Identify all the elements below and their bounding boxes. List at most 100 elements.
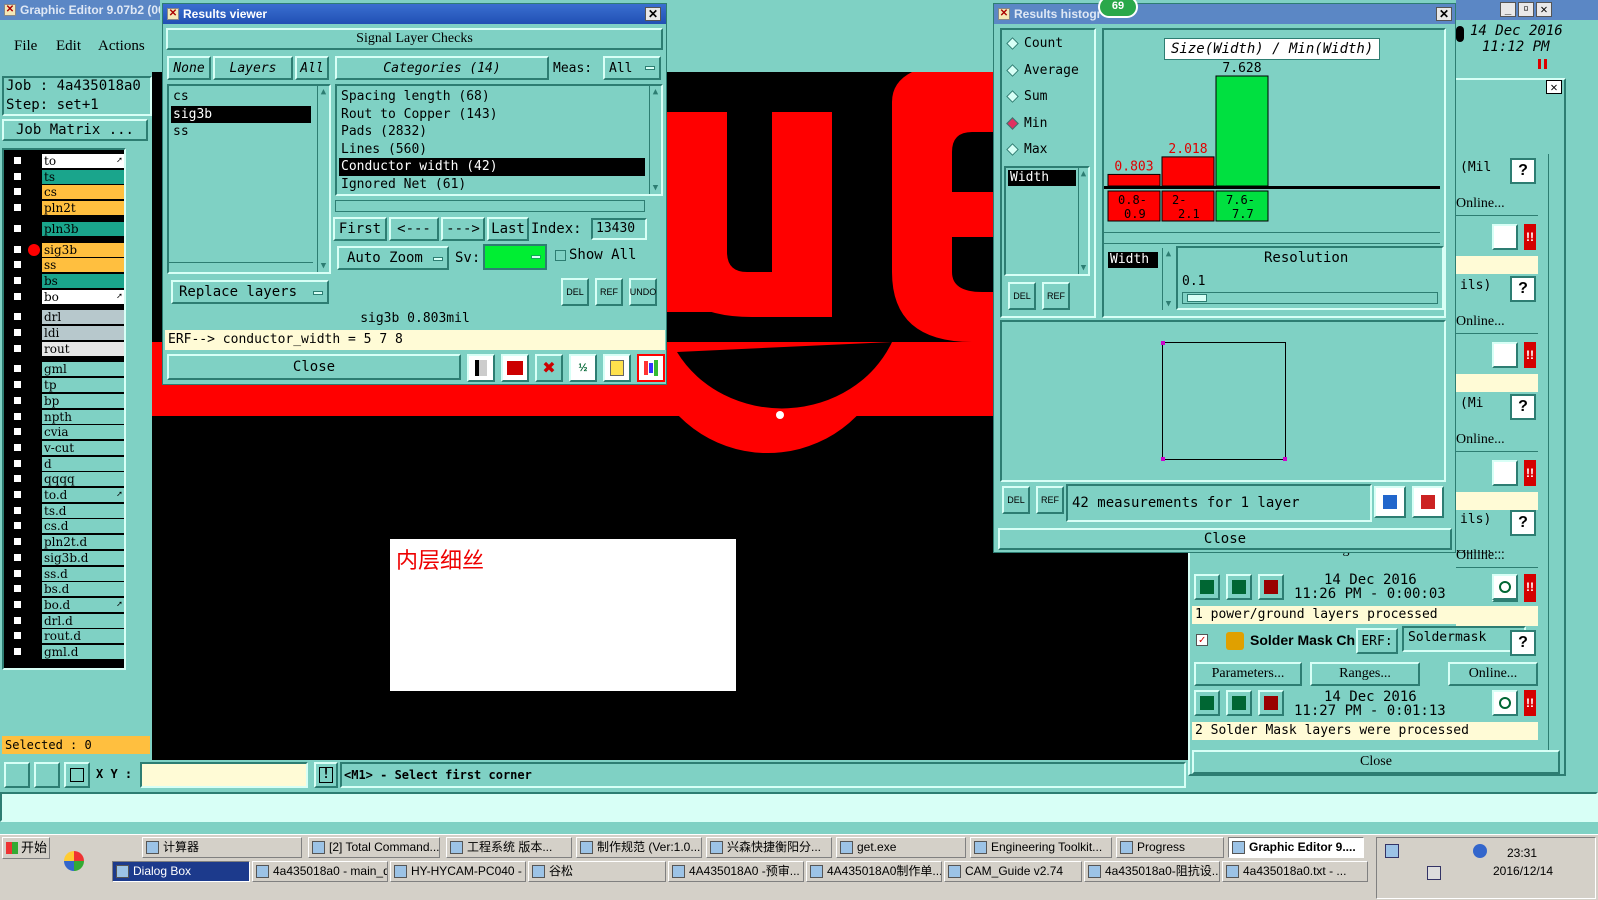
layer-list-item[interactable]: ss <box>171 123 311 141</box>
layer-checkbox[interactable] <box>12 630 23 642</box>
clear-icon[interactable]: ✖ <box>535 354 563 382</box>
stat-option-average[interactable]: Average <box>1006 63 1092 81</box>
taskbar-button[interactable]: CAM_Guide v2.74 <box>944 861 1082 882</box>
layer-checkbox[interactable] <box>12 473 23 485</box>
layer-checkbox[interactable] <box>12 646 23 657</box>
layer-row[interactable]: v-cut <box>10 440 124 455</box>
taskbar-button[interactable]: Progress <box>1116 837 1224 858</box>
hist-ref-button[interactable]: REF <box>1042 282 1070 310</box>
layer-checkbox[interactable] <box>12 489 23 500</box>
auto-zoom-dropdown[interactable]: Auto Zoom <box>337 246 449 270</box>
histogram-bar[interactable] <box>1107 173 1161 187</box>
menu-edit[interactable]: Edit <box>56 38 81 55</box>
next-button[interactable]: ---> <box>441 217 485 241</box>
layer-checkbox[interactable] <box>12 170 23 182</box>
category-list-item[interactable]: Pads (2832) <box>339 123 645 141</box>
layer-checkbox[interactable] <box>12 426 23 438</box>
layer-row[interactable]: to.d ➚ <box>10 488 124 502</box>
layer-checkbox[interactable] <box>12 327 23 338</box>
layer-checkbox[interactable] <box>12 379 23 391</box>
layer-row[interactable]: qqqq <box>10 472 124 487</box>
run-icon[interactable] <box>1194 574 1220 600</box>
layer-checkbox[interactable] <box>12 583 23 595</box>
check-help-button[interactable]: ? <box>1510 394 1536 420</box>
layer-checkbox[interactable] <box>12 441 23 453</box>
taskbar-button[interactable]: [2] Total Command... <box>308 837 440 858</box>
sv-color-dropdown[interactable] <box>483 244 547 270</box>
category-list-item[interactable]: Rout to Copper (143) <box>339 106 645 124</box>
select-tool-icon[interactable] <box>4 762 30 788</box>
histogram-icon[interactable] <box>637 354 665 382</box>
layer-row[interactable]: rout.d <box>10 629 124 644</box>
layer-checkbox[interactable] <box>12 551 23 563</box>
taskbar-button[interactable]: get.exe <box>836 837 966 858</box>
layer-row[interactable]: d <box>10 456 124 471</box>
results-close-button[interactable]: Close <box>167 354 461 380</box>
filter-none-button[interactable]: None <box>167 56 211 80</box>
hist-del2-button[interactable]: DEL <box>1002 486 1030 514</box>
hist-print-icon[interactable] <box>1412 486 1444 518</box>
layer-checkbox[interactable] <box>12 186 23 198</box>
layer-row[interactable]: bs.d <box>10 582 124 597</box>
check-help-button[interactable]: ? <box>1510 510 1536 536</box>
stat-option-count[interactable]: Count <box>1006 36 1092 54</box>
layer-row[interactable]: ss.d <box>10 566 124 581</box>
width-scrollbar[interactable]: ▲ ▼ <box>1162 248 1174 310</box>
layer-checkbox[interactable] <box>12 243 23 255</box>
solder-online-button[interactable]: Online... <box>1448 662 1538 686</box>
layer-list-item[interactable]: cs <box>171 88 311 106</box>
category-list-item[interactable]: Conductor width (42) <box>339 158 645 176</box>
layer-checkbox[interactable] <box>12 259 23 271</box>
category-list-scrollbar[interactable]: ▲ ▼ <box>649 86 661 194</box>
histogram-bar[interactable] <box>1161 156 1215 187</box>
minimize-button[interactable]: _ <box>1500 2 1516 17</box>
layer-checkbox[interactable] <box>12 311 23 323</box>
run1-online[interactable]: Online... <box>1452 550 1538 566</box>
layer-checkbox[interactable] <box>12 614 23 626</box>
attr-scrollbar[interactable]: ▲ ▼ <box>1078 168 1088 274</box>
check-zoom-icon[interactable] <box>1492 342 1518 368</box>
taskbar-button[interactable]: 兴森快捷衡阳分... <box>706 837 832 858</box>
category-list-item[interactable]: Lines (560) <box>339 141 645 159</box>
layer-row[interactable]: bs <box>10 273 124 288</box>
layer-checkbox[interactable] <box>12 274 23 286</box>
layer-checkbox[interactable] <box>12 363 23 375</box>
layer-checkbox[interactable] <box>12 222 23 234</box>
index-input[interactable]: 13430 <box>591 218 647 240</box>
taskbar-button[interactable]: 4a435018a0-阻抗设... <box>1084 861 1220 882</box>
zoom2-icon[interactable] <box>1492 690 1518 716</box>
layer-row[interactable]: drl.d <box>10 613 124 628</box>
taskbar-button[interactable]: 谷松 <box>528 861 666 882</box>
category-list-item[interactable]: Ignored Net (61) <box>339 176 645 194</box>
layer-row[interactable]: gml.d <box>10 645 124 659</box>
resolution-slider[interactable] <box>1182 292 1438 304</box>
layer-checkbox[interactable] <box>12 342 23 354</box>
taskbar-button[interactable]: 计算器 <box>142 837 302 858</box>
layer-row[interactable]: sig3b.d <box>10 550 124 565</box>
warning-button[interactable]: ! <box>314 762 338 788</box>
check-online-button[interactable]: Online... <box>1456 196 1538 216</box>
results-viewer-close-x[interactable]: ✕ <box>645 7 661 21</box>
prev-button[interactable]: <--- <box>389 217 439 241</box>
stat-option-max[interactable]: Max <box>1006 142 1092 160</box>
layer-hscroll[interactable] <box>167 262 313 274</box>
taskbar-button[interactable]: Engineering Toolkit... <box>970 837 1112 858</box>
layer-row[interactable]: rout <box>10 341 124 356</box>
menu-file[interactable]: File <box>14 38 37 55</box>
layer-row[interactable]: pln2t <box>10 201 124 216</box>
filter-all-button[interactable]: All <box>295 56 329 80</box>
checklist-close-button[interactable]: Close <box>1192 750 1560 774</box>
layer-row[interactable]: drl <box>10 310 124 325</box>
taskbar-button[interactable]: Dialog Box <box>112 861 250 882</box>
layer-row[interactable]: bp <box>10 393 124 408</box>
hist-ref2-button[interactable]: REF <box>1036 486 1064 514</box>
run2-stop-icon[interactable] <box>1258 690 1284 716</box>
hist-export-icon[interactable] <box>1374 486 1406 518</box>
layer-row[interactable]: ss <box>10 258 124 273</box>
attr-width[interactable]: Width <box>1008 170 1076 186</box>
quick-launch-icon[interactable] <box>64 851 84 871</box>
undo-button[interactable]: UNDO <box>629 278 657 306</box>
layer-row[interactable]: gml <box>10 362 124 377</box>
taskbar-button[interactable]: 制作规范 (Ver:1.0... <box>576 837 702 858</box>
check-online-button[interactable]: Online... <box>1456 314 1538 334</box>
